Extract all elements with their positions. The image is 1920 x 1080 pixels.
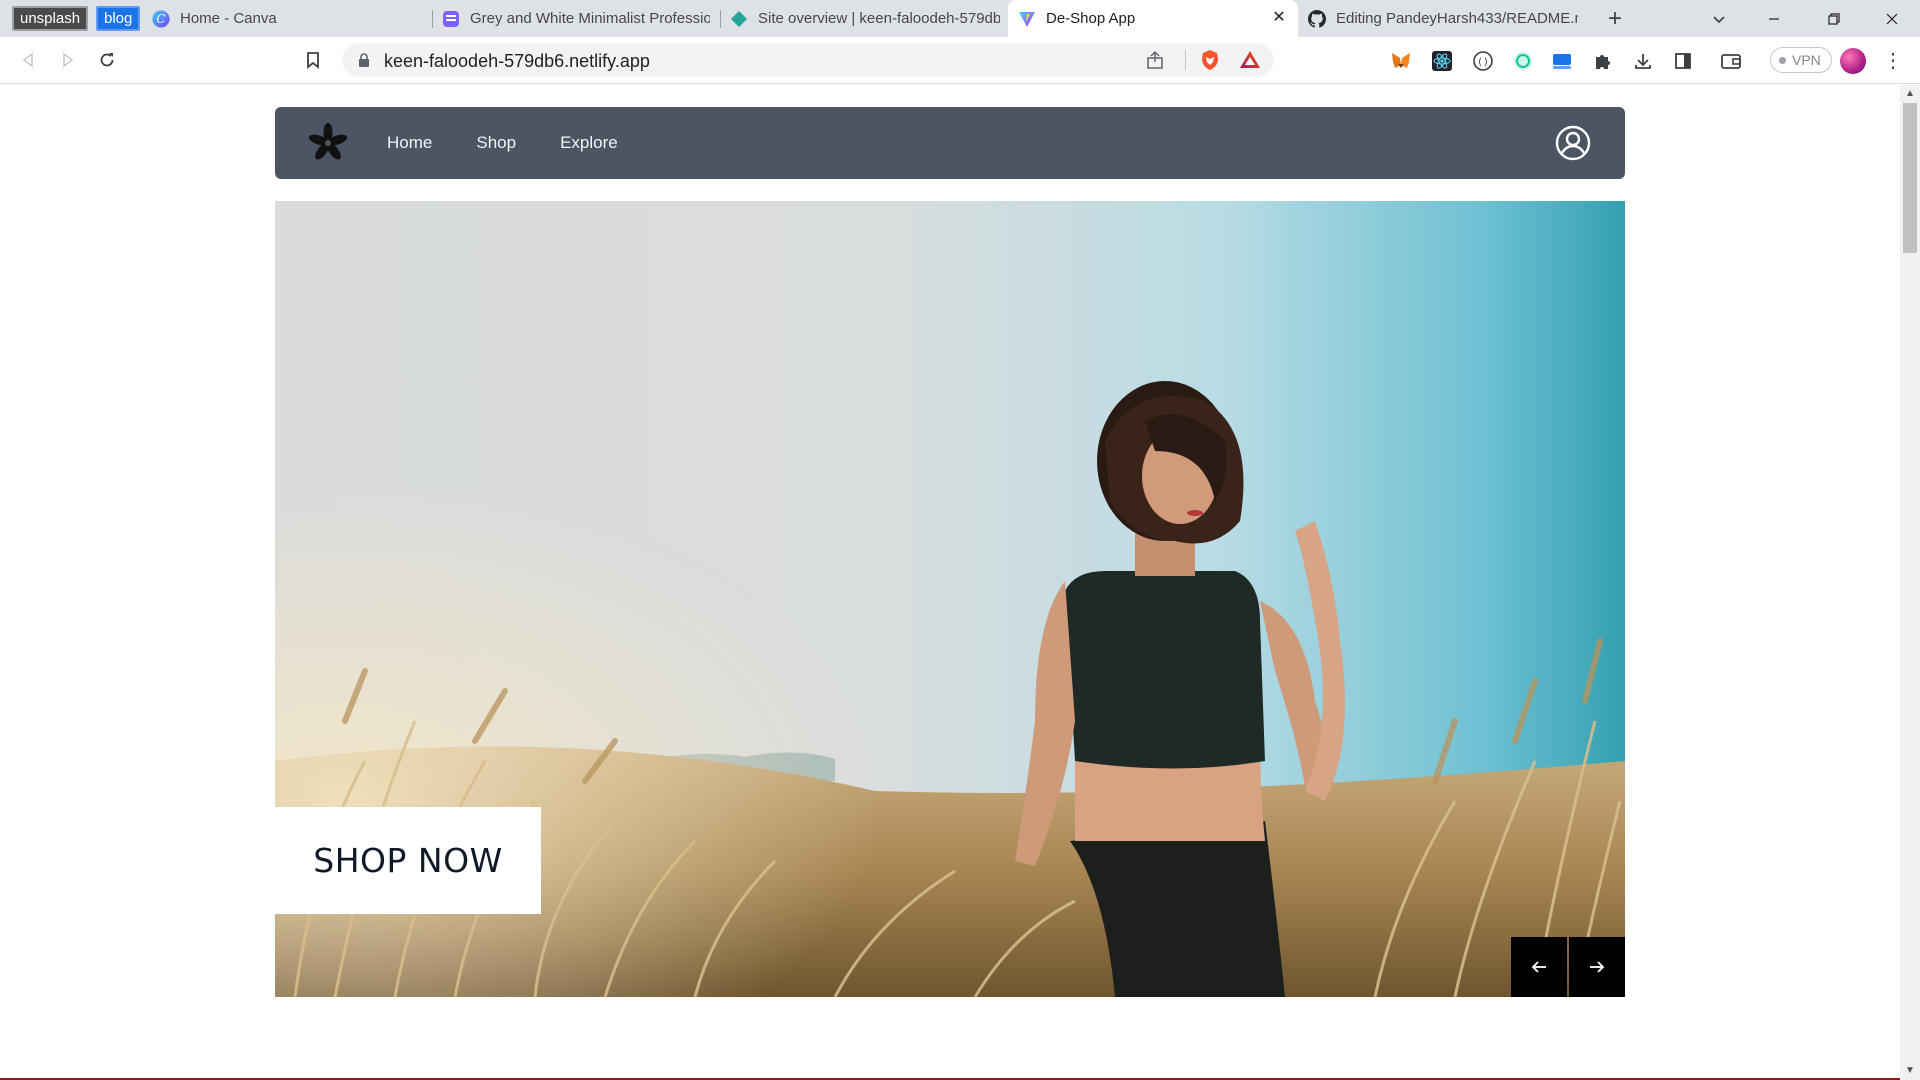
tab-strip: unsplash blog C Home - Canva Grey and Wh…	[0, 0, 1920, 37]
forward-arrow-icon	[63, 52, 74, 68]
wallet-icon[interactable]	[1720, 50, 1742, 72]
vite-icon	[1018, 10, 1036, 28]
tab-canva[interactable]: C Home - Canva	[142, 0, 432, 37]
browser-toolbar: keen-faloodeh-579db6.netlify.app () VPN …	[0, 37, 1920, 84]
bookmark-unsplash[interactable]: unsplash	[12, 6, 89, 31]
scroll-down-arrow-icon[interactable]: ▼	[1905, 1066, 1915, 1076]
profile-avatar[interactable]	[1840, 48, 1866, 74]
hero-carousel: SHOP NOW	[275, 201, 1625, 997]
code-extension-icon[interactable]: ()	[1472, 50, 1494, 72]
tab-search-button[interactable]	[1704, 4, 1734, 34]
grammarly-icon[interactable]	[1512, 50, 1534, 72]
nav-link-shop[interactable]: Shop	[476, 133, 516, 153]
minimize-button[interactable]	[1746, 0, 1802, 37]
address-bar-url: keen-faloodeh-579db6.netlify.app	[384, 51, 650, 71]
chevron-down-icon	[1713, 16, 1725, 24]
tab-title: Home - Canva	[180, 10, 277, 27]
tab-title: De-Shop App	[1046, 10, 1136, 27]
lock-icon	[359, 53, 369, 67]
github-icon	[1308, 9, 1326, 28]
omnibox-divider	[1185, 50, 1186, 70]
bookmark-page-button[interactable]	[298, 45, 328, 75]
download-icon[interactable]	[1632, 50, 1654, 72]
forward-button[interactable]	[52, 45, 82, 75]
canva-icon: C	[152, 10, 170, 28]
reload-button[interactable]	[92, 45, 122, 75]
vpn-button[interactable]: VPN	[1770, 47, 1832, 73]
nav-link-explore[interactable]: Explore	[560, 133, 618, 153]
tab-title: Editing PandeyHarsh433/README.m	[1336, 10, 1578, 27]
minimize-icon	[1769, 17, 1779, 20]
address-bar[interactable]: keen-faloodeh-579db6.netlify.app	[342, 43, 1274, 77]
react-devtools-icon[interactable]	[1431, 50, 1453, 72]
screen-extension-icon[interactable]	[1551, 50, 1573, 72]
tab-de-shop-app[interactable]: De-Shop App ✕	[1008, 0, 1298, 37]
new-tab-button[interactable]: +	[1600, 4, 1630, 34]
metamask-icon[interactable]	[1390, 50, 1412, 72]
close-window-button[interactable]	[1864, 0, 1920, 37]
carousel-next-button[interactable]	[1569, 937, 1625, 997]
back-button[interactable]	[14, 45, 44, 75]
tab-github-readme[interactable]: Editing PandeyHarsh433/README.m	[1298, 0, 1588, 37]
shop-now-button[interactable]: SHOP NOW	[275, 807, 541, 914]
share-icon[interactable]	[1144, 49, 1166, 71]
reload-icon	[100, 53, 114, 67]
extensions-puzzle-icon[interactable]	[1592, 50, 1614, 72]
svg-text:(): ()	[1477, 57, 1489, 68]
nav-links: Home Shop Explore	[387, 107, 618, 179]
site-navbar: Home Shop Explore	[275, 107, 1625, 179]
tab-netlify-overview[interactable]: Site overview | keen-faloodeh-579db	[720, 0, 1010, 37]
netlify-icon	[730, 10, 748, 28]
scrollbar-thumb[interactable]	[1903, 103, 1917, 253]
bookmark-icon	[307, 52, 319, 69]
back-arrow-icon	[22, 52, 33, 68]
scroll-up-arrow-icon[interactable]: ▲	[1905, 89, 1915, 99]
tab-title: Grey and White Minimalist Professio	[470, 10, 710, 27]
close-tab-icon[interactable]: ✕	[1270, 9, 1288, 27]
page-viewport: Home Shop Explore SHOP NOW	[0, 85, 1900, 1080]
brave-shields-icon[interactable]	[1198, 48, 1222, 72]
vpn-status-dot	[1779, 56, 1786, 64]
document-icon	[442, 10, 460, 28]
svg-text:C: C	[156, 12, 165, 26]
bookmark-blog[interactable]: blog	[96, 6, 141, 31]
sidebar-toggle-icon[interactable]	[1672, 50, 1694, 72]
user-account-icon[interactable]	[1555, 125, 1591, 161]
vpn-label: VPN	[1792, 52, 1821, 68]
brave-rewards-icon[interactable]	[1238, 48, 1262, 72]
page-scrollbar[interactable]: ▲ ▼	[1900, 85, 1920, 1080]
tab-title: Site overview | keen-faloodeh-579db	[758, 10, 1000, 27]
arrow-right-icon	[1590, 961, 1605, 973]
flower-logo-icon[interactable]	[308, 122, 348, 162]
close-icon	[1886, 13, 1898, 24]
restore-icon	[1828, 12, 1840, 25]
restore-button[interactable]	[1806, 0, 1862, 37]
tab-grey-white-doc[interactable]: Grey and White Minimalist Professio	[432, 0, 720, 37]
carousel-prev-button[interactable]	[1511, 937, 1567, 997]
browser-menu-icon[interactable]: ⋮	[1880, 47, 1906, 73]
arrow-left-icon	[1531, 961, 1546, 973]
nav-link-home[interactable]: Home	[387, 133, 432, 153]
